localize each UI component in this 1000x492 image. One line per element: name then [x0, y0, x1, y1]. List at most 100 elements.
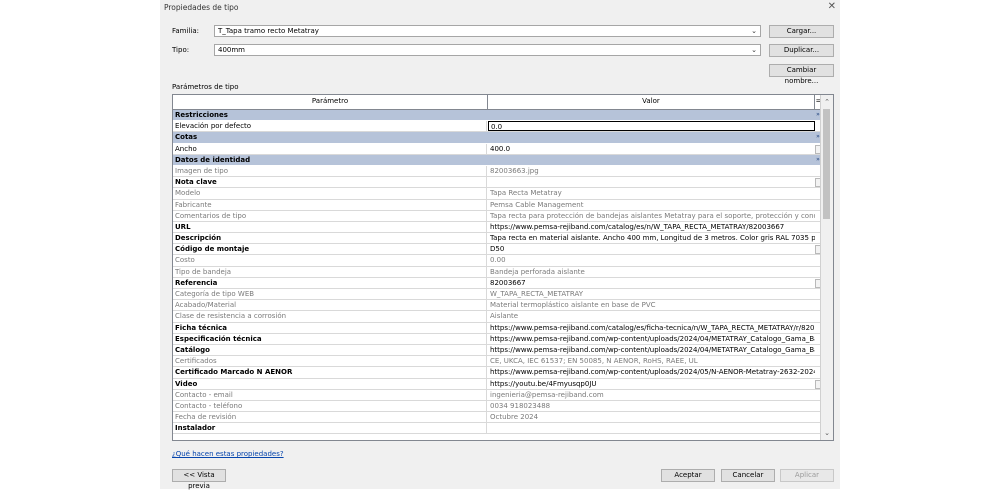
- parameter-value[interactable]: Tapa Recta Metatray: [488, 188, 815, 198]
- parameter-name: Modelo: [174, 188, 487, 199]
- parameter-value[interactable]: CE, UKCA, IEC 61537; EN 50085, N AENOR, …: [488, 356, 815, 366]
- group-label: Restricciones: [175, 111, 228, 119]
- parameter-value[interactable]: Material termoplástico aislante en base …: [488, 300, 815, 310]
- table-row[interactable]: Instalador: [173, 423, 822, 435]
- parameter-name: Referencia: [174, 277, 487, 288]
- table-row[interactable]: Ancho 400.0: [173, 143, 822, 155]
- parameter-value[interactable]: Tapa recta para protección de bandejas a…: [488, 211, 815, 221]
- table-row[interactable]: Acabado/Material Material termoplástico a…: [173, 300, 822, 312]
- parameter-value[interactable]: ingenieria@pemsa-rejiband.com: [488, 390, 815, 400]
- parameter-value[interactable]: [488, 177, 815, 187]
- table-row[interactable]: Modelo Tapa Recta Metatray: [173, 188, 822, 200]
- parameter-name: Fecha de revisión: [174, 412, 487, 423]
- parameter-name: Especificación técnica: [174, 333, 487, 344]
- parameter-value[interactable]: https://www.pemsa-rejiband.com/catalog/e…: [488, 323, 815, 333]
- parameter-value[interactable]: W_TAPA_RECTA_METATRAY: [488, 289, 815, 299]
- scroll-thumb[interactable]: [823, 109, 830, 219]
- parameter-value[interactable]: Tapa recta en material aislante. Ancho 4…: [488, 233, 815, 243]
- cancelar-button[interactable]: Cancelar: [721, 469, 775, 482]
- grid-rows: Restricciones» Elevación por defecto 0.0 Co…: [173, 110, 822, 435]
- table-row[interactable]: Clase de resistencia a corrosión Aislante: [173, 311, 822, 323]
- group-row[interactable]: Cotas»: [173, 132, 822, 144]
- table-row[interactable]: Comentarios de tipo Tapa recta para prote…: [173, 210, 822, 222]
- table-row[interactable]: Nota clave: [173, 177, 822, 189]
- close-icon[interactable]: ✕: [828, 1, 836, 12]
- parameter-name: Instalador: [174, 423, 487, 434]
- parameter-name: Costo: [174, 255, 487, 266]
- table-row[interactable]: Certificado Marcado N AENOR https://www.p…: [173, 367, 822, 379]
- scroll-up-icon[interactable]: ⌃: [821, 96, 833, 108]
- table-row[interactable]: Contacto - teléfono 0034 918023488: [173, 400, 822, 413]
- parameter-name: Video: [174, 378, 487, 389]
- parameter-value[interactable]: 0.00: [488, 255, 815, 265]
- parameter-name: Clase de resistencia a corrosión: [174, 311, 487, 322]
- table-row[interactable]: Video https://youtu.be/4Fmyusqp0JU: [173, 378, 822, 390]
- aceptar-button[interactable]: Aceptar: [661, 469, 715, 482]
- parameter-value[interactable]: https://www.pemsa-rejiband.com/wp-conten…: [488, 345, 815, 355]
- table-row[interactable]: Referencia 82003667: [173, 277, 822, 289]
- group-label: Cotas: [175, 133, 198, 142]
- table-row[interactable]: Categoría de tipo WEB W_TAPA_RECTA_METATR…: [173, 289, 822, 301]
- parameter-value[interactable]: https://youtu.be/4Fmyusqp0JU: [488, 379, 815, 389]
- parameter-value[interactable]: D50: [488, 244, 815, 254]
- column-header-parametro[interactable]: Parámetro: [173, 95, 488, 109]
- table-row[interactable]: Tipo de bandeja Bandeja perforada aislant…: [173, 266, 822, 278]
- parameter-value[interactable]: https://www.pemsa-rejiband.com/wp-conten…: [488, 334, 815, 344]
- dialog-title: Propiedades de tipo: [164, 3, 239, 12]
- parameter-value[interactable]: Octubre 2024: [488, 412, 815, 422]
- table-row[interactable]: Costo 0.00: [173, 255, 822, 267]
- table-row[interactable]: Código de montaje D50: [173, 244, 822, 256]
- parameter-value[interactable]: 82003663.jpg: [488, 166, 815, 176]
- column-header-valor[interactable]: Valor: [488, 95, 815, 109]
- group-label: Datos de identidad: [175, 155, 251, 164]
- chevron-down-icon: ⌄: [751, 46, 757, 54]
- table-row[interactable]: Ficha técnica https://www.pemsa-rejiband.…: [173, 322, 822, 334]
- parameter-value[interactable]: 82003667: [488, 278, 815, 288]
- table-row[interactable]: Certificados CE, UKCA, IEC 61537; EN 5008…: [173, 356, 822, 368]
- parameter-value[interactable]: 400.0: [488, 144, 815, 154]
- scroll-down-icon[interactable]: ⌄: [821, 427, 833, 439]
- parameter-value[interactable]: Pemsa Cable Management: [488, 200, 815, 210]
- table-row[interactable]: Imagen de tipo 82003663.jpg: [173, 165, 822, 178]
- table-row[interactable]: Especificación técnica https://www.pemsa-…: [173, 333, 822, 345]
- tipo-dropdown[interactable]: 400mm ⌄: [214, 44, 761, 56]
- cargar-button[interactable]: Cargar...: [769, 25, 834, 38]
- table-row[interactable]: Descripción Tapa recta en material aislan…: [173, 233, 822, 245]
- parameter-name: Certificado Marcado N AENOR: [174, 367, 487, 378]
- parameter-name: Descripción: [174, 233, 487, 244]
- table-row[interactable]: Fecha de revisión Octubre 2024: [173, 412, 822, 424]
- table-row[interactable]: URL https://www.pemsa-rejiband.com/catalo…: [173, 221, 822, 234]
- parameter-value[interactable]: Bandeja perforada aislante: [488, 267, 815, 277]
- help-link[interactable]: ¿Qué hacen estas propiedades?: [172, 450, 284, 458]
- cambiar-nombre-button[interactable]: Cambiar nombre...: [769, 64, 834, 85]
- type-parameters-label: Parámetros de tipo: [172, 83, 239, 91]
- parameter-value[interactable]: [488, 423, 815, 433]
- parameter-name: Acabado/Material: [174, 300, 487, 311]
- table-row[interactable]: Fabricante Pemsa Cable Management: [173, 199, 822, 211]
- tipo-label: Tipo:: [172, 46, 190, 54]
- parameter-value[interactable]: 0034 918023488: [488, 401, 815, 411]
- parameter-name: Ficha técnica: [174, 322, 487, 333]
- parameter-value[interactable]: Aislante: [488, 311, 815, 321]
- aplicar-button[interactable]: Aplicar: [780, 469, 834, 482]
- grid-header: Parámetro Valor =: [173, 95, 822, 110]
- familia-dropdown[interactable]: T_Tapa tramo recto Metatray ⌄: [214, 25, 761, 37]
- parameter-name: Código de montaje: [174, 244, 487, 255]
- group-row[interactable]: Restricciones»: [173, 110, 822, 122]
- parameter-value[interactable]: 0.0: [488, 121, 815, 132]
- parameter-value[interactable]: https://www.pemsa-rejiband.com/catalog/e…: [488, 222, 815, 232]
- parameter-name: Elevación por defecto: [174, 121, 487, 132]
- vertical-scrollbar[interactable]: ⌃ ⌄: [820, 95, 833, 440]
- table-row[interactable]: Contacto - email ingenieria@pemsa-rejiban…: [173, 389, 822, 401]
- type-properties-dialog: Propiedades de tipo ✕ Familia: T_Tapa tr…: [160, 0, 840, 490]
- table-row[interactable]: Elevación por defecto 0.0: [173, 121, 822, 133]
- parameter-name: Categoría de tipo WEB: [174, 289, 487, 300]
- vista-previa-button[interactable]: << Vista previa: [172, 469, 226, 490]
- group-row[interactable]: Datos de identidad»: [173, 154, 822, 166]
- duplicar-button[interactable]: Duplicar...: [769, 44, 834, 57]
- table-row[interactable]: Catálogo https://www.pemsa-rejiband.com/w…: [173, 344, 822, 357]
- parameter-name: Contacto - teléfono: [174, 400, 487, 412]
- parameter-name: Contacto - email: [174, 389, 487, 400]
- parameter-name: Comentarios de tipo: [174, 210, 487, 221]
- parameter-value[interactable]: https://www.pemsa-rejiband.com/wp-conten…: [488, 367, 815, 377]
